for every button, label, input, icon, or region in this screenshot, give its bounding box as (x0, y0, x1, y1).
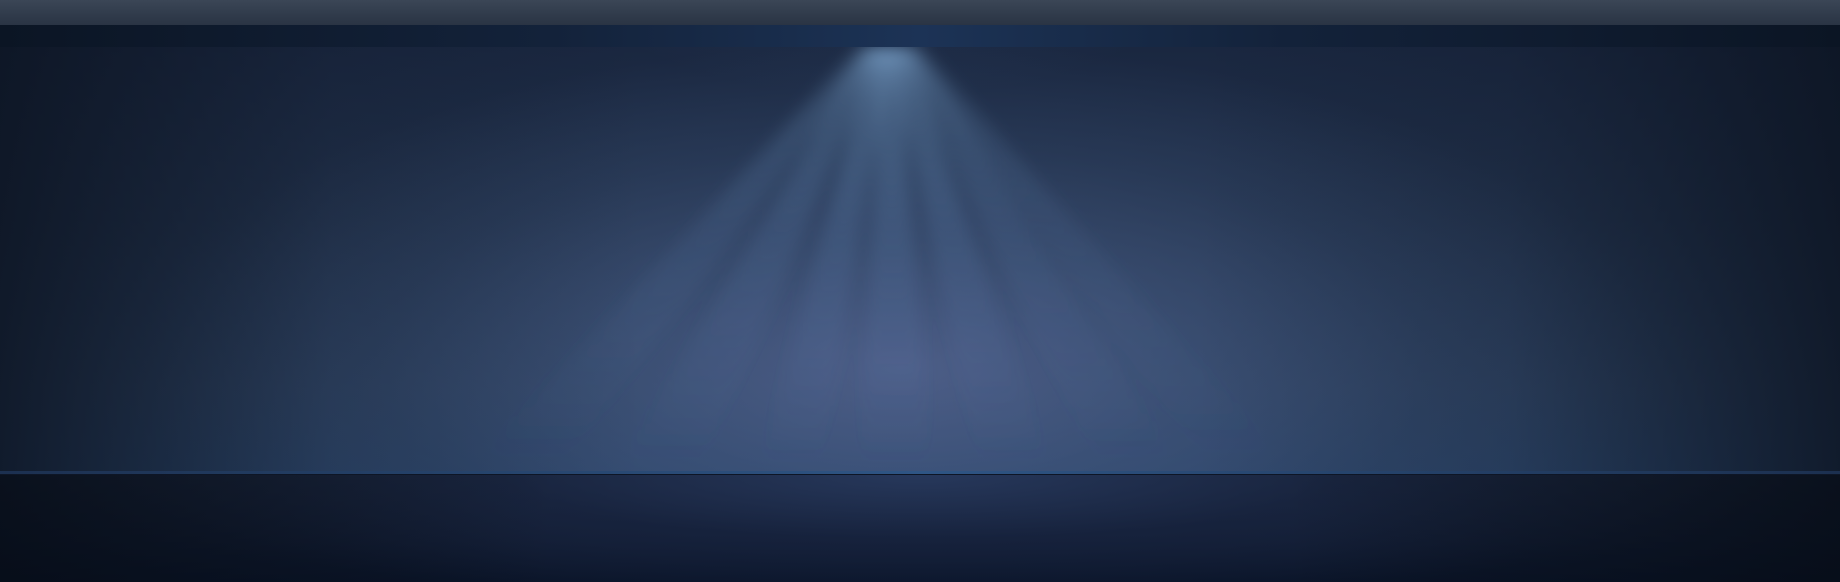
floor (0, 474, 1840, 582)
light-rays (470, 47, 1290, 467)
top-bar (0, 0, 1840, 26)
floor-vignette (0, 475, 1840, 582)
header-strip (0, 25, 1840, 48)
spotlight-stage (0, 47, 1840, 474)
page (0, 0, 1840, 582)
